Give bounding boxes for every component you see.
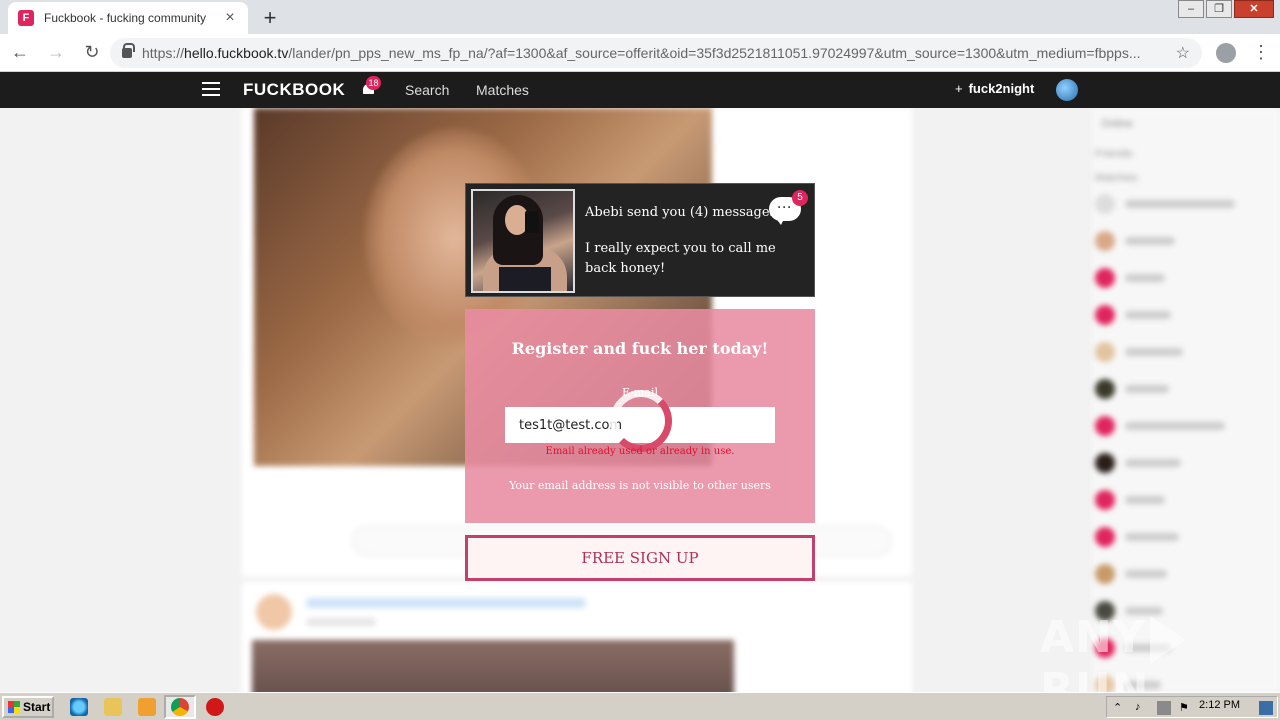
browser-tab[interactable]: F Fuckbook - fucking community × xyxy=(8,2,248,34)
user-avatar[interactable] xyxy=(1056,79,1078,101)
list-item[interactable] xyxy=(1095,525,1271,549)
back-arrow-icon[interactable]: ← xyxy=(4,42,36,63)
window-controls: – ❐ ✕ xyxy=(1176,0,1274,18)
list-item[interactable] xyxy=(1095,377,1271,401)
show-desktop-icon[interactable] xyxy=(1259,701,1273,715)
start-button[interactable]: Start xyxy=(2,696,54,718)
loading-spinner-icon xyxy=(610,390,672,452)
notification-message: I really expect you to call me back hone… xyxy=(585,241,776,276)
post-author-avatar xyxy=(256,594,292,630)
close-tab-icon[interactable]: × xyxy=(222,9,238,27)
sender-photo xyxy=(471,189,575,293)
restore-icon[interactable]: ❐ xyxy=(1206,0,1232,18)
register-panel: Register and fuck her today! E-mail Emai… xyxy=(465,309,815,523)
site-header: FUCKBOOK Search Matches + fuck2night xyxy=(0,72,1280,108)
message-notification[interactable]: Abebi send you (4) messages I really exp… xyxy=(465,183,815,297)
folder-icon[interactable] xyxy=(104,698,122,716)
bookmark-star-icon[interactable]: ☆ xyxy=(1176,43,1190,63)
media-player-icon[interactable] xyxy=(138,698,156,716)
url-host: hello.fuckbook.tv xyxy=(184,45,289,61)
minimize-icon[interactable]: – xyxy=(1178,0,1204,18)
nav-search[interactable]: Search xyxy=(405,82,449,98)
window-close-icon[interactable]: ✕ xyxy=(1234,0,1274,18)
tray-arrow-icon[interactable]: ⌃ xyxy=(1113,701,1127,715)
email-error-message: Email already used or already in use. xyxy=(545,446,735,457)
play-icon xyxy=(1149,616,1186,664)
friends-label: Friends: xyxy=(1095,148,1135,160)
plus-icon: + xyxy=(955,81,963,96)
online-sidebar: Online Friends: Matches: xyxy=(1090,108,1280,692)
list-item[interactable] xyxy=(1095,451,1271,475)
watermark-left: ANY xyxy=(1040,612,1146,663)
notification-count-badge: 18 xyxy=(366,76,381,90)
fuck2night-label: fuck2night xyxy=(968,81,1035,96)
windows-flag-icon xyxy=(8,701,20,713)
list-item[interactable] xyxy=(1095,488,1271,512)
list-item[interactable] xyxy=(1095,414,1271,438)
system-tray: ⌃ ♪ ⚑ xyxy=(1106,696,1278,718)
list-item[interactable] xyxy=(1095,229,1271,253)
site-logo[interactable]: FUCKBOOK xyxy=(243,80,345,100)
list-item[interactable] xyxy=(1095,562,1271,586)
network-icon[interactable] xyxy=(1157,701,1171,715)
post-author-name xyxy=(306,598,586,608)
site-favicon-icon: F xyxy=(18,10,34,26)
volume-icon[interactable]: ♪ xyxy=(1135,701,1149,715)
url-text: https://hello.fuckbook.tv/lander/pn_pps_… xyxy=(142,45,1168,61)
browser-menu-icon[interactable]: ⋮ xyxy=(1252,42,1270,63)
forward-arrow-icon[interactable]: → xyxy=(40,42,72,63)
reload-icon[interactable]: ↻ xyxy=(76,42,108,63)
new-tab-icon[interactable]: + xyxy=(258,5,282,31)
nav-matches[interactable]: Matches xyxy=(476,82,529,98)
fuck2night-link[interactable]: + fuck2night xyxy=(955,81,1034,96)
url-path: /lander/pn_pps_new_ms_fp_na/?af=1300&af_… xyxy=(288,45,1141,61)
register-title: Register and fuck her today! xyxy=(511,339,769,358)
message-count-badge: 5 xyxy=(792,190,808,206)
browser-toolbar: ← → ↻ https://hello.fuckbook.tv/lander/p… xyxy=(0,34,1280,72)
list-item[interactable] xyxy=(1095,303,1271,327)
address-bar[interactable]: https://hello.fuckbook.tv/lander/pn_pps_… xyxy=(110,38,1202,68)
start-label: Start xyxy=(23,700,51,714)
matches-label: Matches: xyxy=(1095,172,1140,184)
url-scheme: https:// xyxy=(142,45,185,61)
taskbar-clock: 2:12 PM xyxy=(1199,699,1240,711)
free-signup-button[interactable]: FREE SIGN UP xyxy=(465,535,815,581)
feed-post xyxy=(242,582,912,692)
hamburger-menu-icon[interactable] xyxy=(202,82,220,96)
tab-title: Fuckbook - fucking community xyxy=(44,11,207,25)
privacy-note: Your email address is not visible to oth… xyxy=(509,479,771,492)
browser-tabstrip: F Fuckbook - fucking community × + – ❐ ✕ xyxy=(0,0,1280,34)
list-item[interactable] xyxy=(1095,192,1271,216)
online-label: Online xyxy=(1101,118,1133,130)
post-time xyxy=(306,618,376,626)
list-item[interactable] xyxy=(1095,266,1271,290)
notification-title: Abebi send you (4) messages xyxy=(585,205,777,220)
chrome-icon xyxy=(171,698,189,716)
lock-icon xyxy=(122,43,135,58)
opera-icon[interactable] xyxy=(206,698,224,716)
flag-icon[interactable]: ⚑ xyxy=(1179,701,1193,715)
post-photo xyxy=(252,640,734,692)
profile-avatar-icon[interactable] xyxy=(1216,43,1236,63)
ie-icon[interactable] xyxy=(70,698,88,716)
list-item[interactable] xyxy=(1095,340,1271,364)
windows-taskbar: Start ⌃ ♪ ⚑ 2:12 PM xyxy=(0,692,1280,720)
